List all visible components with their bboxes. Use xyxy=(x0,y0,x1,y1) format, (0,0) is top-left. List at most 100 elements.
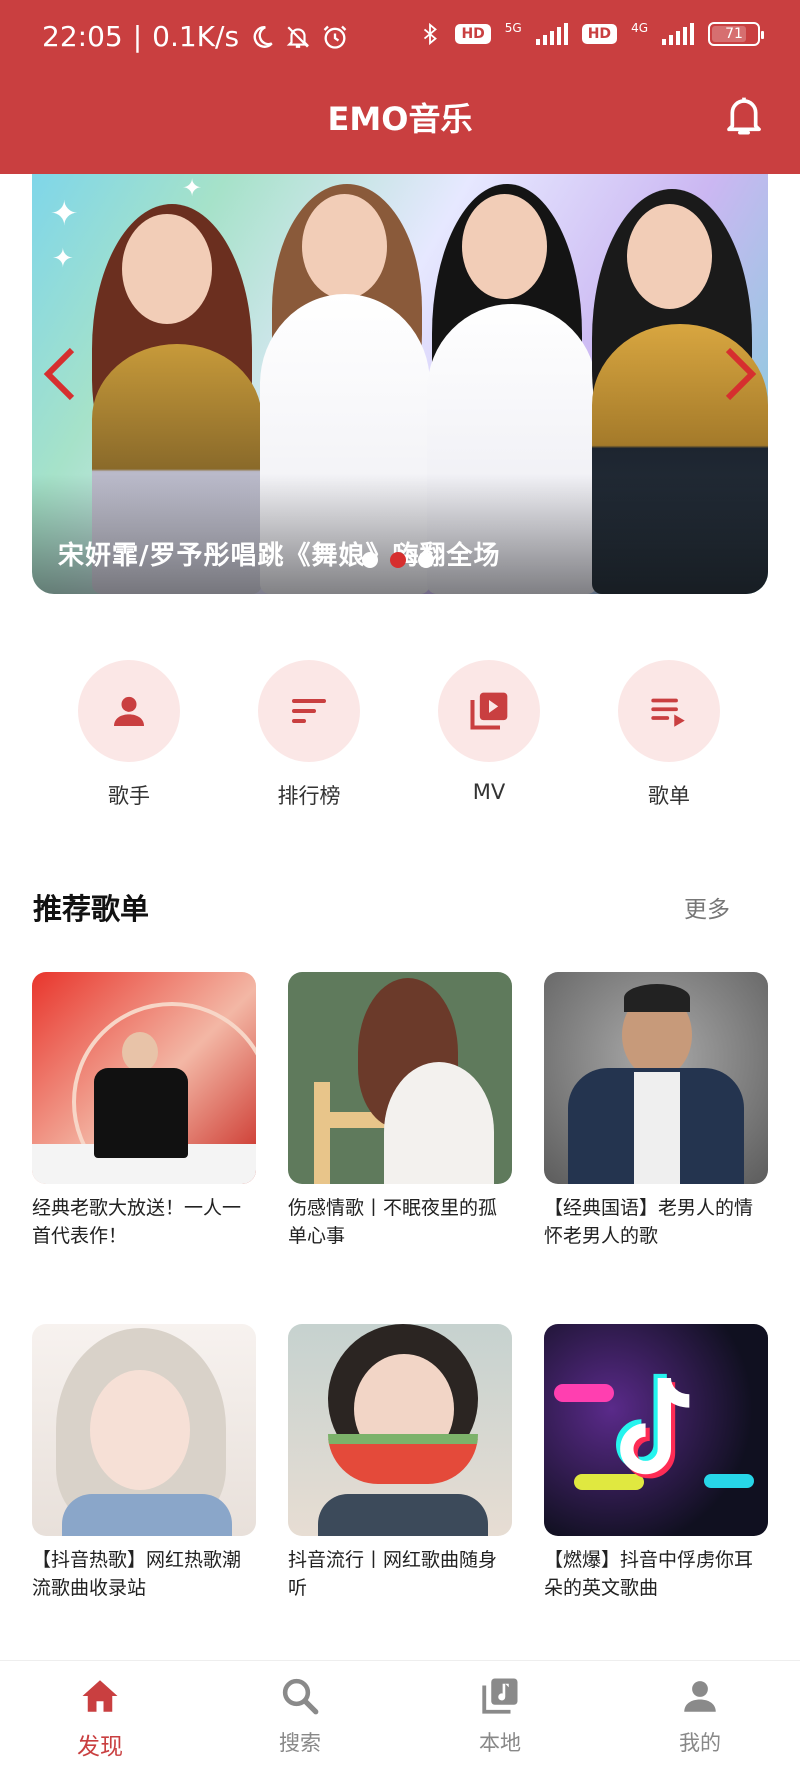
status-right: HD 5G HD 4G 71 xyxy=(419,20,764,48)
home-icon xyxy=(82,1680,118,1712)
quick-action-label: 歌单 xyxy=(648,784,690,808)
banner-dot[interactable] xyxy=(418,552,434,568)
cover-figure xyxy=(384,1062,494,1184)
signal-icon-1 xyxy=(535,23,568,45)
tiktok-logo-icon xyxy=(616,1373,690,1479)
cover-figure xyxy=(90,1370,190,1490)
cover-decoration xyxy=(314,1082,330,1184)
quick-action-label: MV xyxy=(472,780,506,804)
bell-off-icon xyxy=(286,25,310,48)
cover-watermelon xyxy=(328,1434,478,1484)
more-link[interactable]: 更多 xyxy=(684,890,730,924)
playlist-cover-image xyxy=(544,1324,768,1536)
banner-carousel[interactable]: ✦ ✦ ✦ ✦ 宋妍霏/罗予彤唱跳《舞娘》嗨翻全场 xyxy=(32,174,768,594)
banner-shade xyxy=(32,474,768,594)
quick-action-circle xyxy=(78,660,180,762)
status-left: 22:05 | 0.1K/s xyxy=(42,20,349,53)
performer-face xyxy=(462,194,547,299)
status-time: 22:05 xyxy=(42,20,123,53)
quick-action-label: 歌手 xyxy=(108,784,150,808)
banner-dot[interactable] xyxy=(362,552,378,568)
performer-face xyxy=(627,204,712,309)
nav-label: 搜索 xyxy=(279,1731,321,1755)
banner-pagination xyxy=(362,552,434,568)
network-type-2: 4G xyxy=(631,21,648,35)
account-icon xyxy=(684,1681,716,1712)
sort-icon xyxy=(292,699,326,723)
quick-action-charts[interactable]: 排行榜 xyxy=(249,660,369,810)
hd-badge-1: HD xyxy=(455,24,491,44)
signal-icon-2 xyxy=(662,23,694,45)
cover-figure xyxy=(62,1494,232,1536)
nav-label: 发现 xyxy=(77,1734,123,1760)
nav-tab-discover[interactable]: 发现 xyxy=(40,1675,160,1761)
playlist-title: 【燃爆】抖音中俘虏你耳朵的英文歌曲 xyxy=(544,1549,754,1599)
search-icon xyxy=(282,1678,319,1715)
quick-action-label: 排行榜 xyxy=(277,784,341,808)
cover-figure xyxy=(624,984,690,1012)
sparkle-decoration: ✦ xyxy=(52,244,74,274)
nav-tab-search[interactable]: 搜索 xyxy=(240,1675,360,1757)
status-bar: 22:05 | 0.1K/s HD 5G HD 4G 71 xyxy=(0,0,800,78)
sparkle-decoration: ✦ xyxy=(50,194,79,234)
bottom-nav: 发现 搜索 本地 我的 xyxy=(0,1660,800,1777)
cover-figure xyxy=(318,1494,488,1536)
playlist-title: 伤感情歌丨不眠夜里的孤单心事 xyxy=(288,1197,498,1247)
cover-decoration xyxy=(704,1474,754,1488)
cover-figure xyxy=(122,1032,158,1072)
cover-decoration xyxy=(554,1384,614,1402)
playlist-cover-image xyxy=(288,1324,512,1536)
moon-icon xyxy=(253,25,273,48)
app-root: 22:05 | 0.1K/s HD 5G HD 4G 71 EMO音乐 ✦ ✦ … xyxy=(0,0,800,1777)
nav-label: 本地 xyxy=(479,1731,521,1755)
banner-next-arrow-icon[interactable] xyxy=(720,344,760,404)
sparkle-decoration: ✦ xyxy=(182,174,203,202)
music-library-icon xyxy=(482,1678,518,1714)
quick-actions: 歌手 排行榜 MV 歌单 xyxy=(0,660,800,810)
status-speed: 0.1K/s xyxy=(152,20,240,53)
quick-action-singers[interactable]: 歌手 xyxy=(69,660,189,810)
playlist-title: 经典老歌大放送！一人一首代表作！ xyxy=(32,1197,242,1247)
bluetooth-icon xyxy=(424,22,438,46)
playlist-card[interactable]: 伤感情歌丨不眠夜里的孤单心事 xyxy=(288,972,512,1250)
hd-badge-2: HD xyxy=(581,24,618,44)
performer-face xyxy=(122,214,212,324)
cover-figure xyxy=(94,1068,188,1158)
playlist-card[interactable]: 【抖音热歌】网红热歌潮流歌曲收录站 xyxy=(32,1324,256,1602)
quick-action-playlists[interactable]: 歌单 xyxy=(609,660,729,810)
app-title: EMO音乐 xyxy=(327,100,473,138)
playlist-card[interactable]: 【燃爆】抖音中俘虏你耳朵的英文歌曲 xyxy=(544,1324,768,1602)
notification-bell-icon[interactable] xyxy=(724,94,764,138)
quick-action-circle xyxy=(438,660,540,762)
banner-caption: 宋妍霏/罗予彤唱跳《舞娘》嗨翻全场 xyxy=(58,541,501,571)
playlist-title: 【经典国语】老男人的情怀老男人的歌 xyxy=(544,1197,754,1247)
app-header: 22:05 | 0.1K/s HD 5G HD 4G 71 EMO音乐 xyxy=(0,0,800,174)
playlist-cover-image xyxy=(544,972,768,1184)
playlist-play-icon xyxy=(651,698,685,727)
banner-dot-active[interactable] xyxy=(390,552,406,568)
nav-tab-mine[interactable]: 我的 xyxy=(640,1675,760,1757)
battery-level: 71 xyxy=(725,26,743,42)
quick-action-mv[interactable]: MV xyxy=(429,660,549,804)
banner-prev-arrow-icon[interactable] xyxy=(40,344,80,404)
battery-icon: 71 xyxy=(708,22,764,46)
nav-label: 我的 xyxy=(679,1731,721,1755)
performer-face xyxy=(302,194,387,299)
person-icon xyxy=(114,696,144,726)
playlist-title: 抖音流行丨网红歌曲随身听 xyxy=(288,1549,498,1599)
playlist-cover-image xyxy=(32,972,256,1184)
section-title: 推荐歌单 xyxy=(33,892,150,926)
nav-tab-local[interactable]: 本地 xyxy=(440,1675,560,1757)
cover-figure xyxy=(634,1072,680,1184)
network-type-1: 5G xyxy=(504,21,522,35)
playlist-card[interactable]: 【经典国语】老男人的情怀老男人的歌 xyxy=(544,972,768,1250)
status-separator: | xyxy=(132,20,143,53)
playlist-card[interactable]: 经典老歌大放送！一人一首代表作！ xyxy=(32,972,256,1250)
video-library-icon xyxy=(470,692,508,730)
alarm-icon xyxy=(323,25,347,49)
playlist-cover-image xyxy=(288,972,512,1184)
quick-action-circle xyxy=(258,660,360,762)
playlist-card[interactable]: 抖音流行丨网红歌曲随身听 xyxy=(288,1324,512,1602)
playlist-cover-image xyxy=(32,1324,256,1536)
quick-action-circle xyxy=(618,660,720,762)
